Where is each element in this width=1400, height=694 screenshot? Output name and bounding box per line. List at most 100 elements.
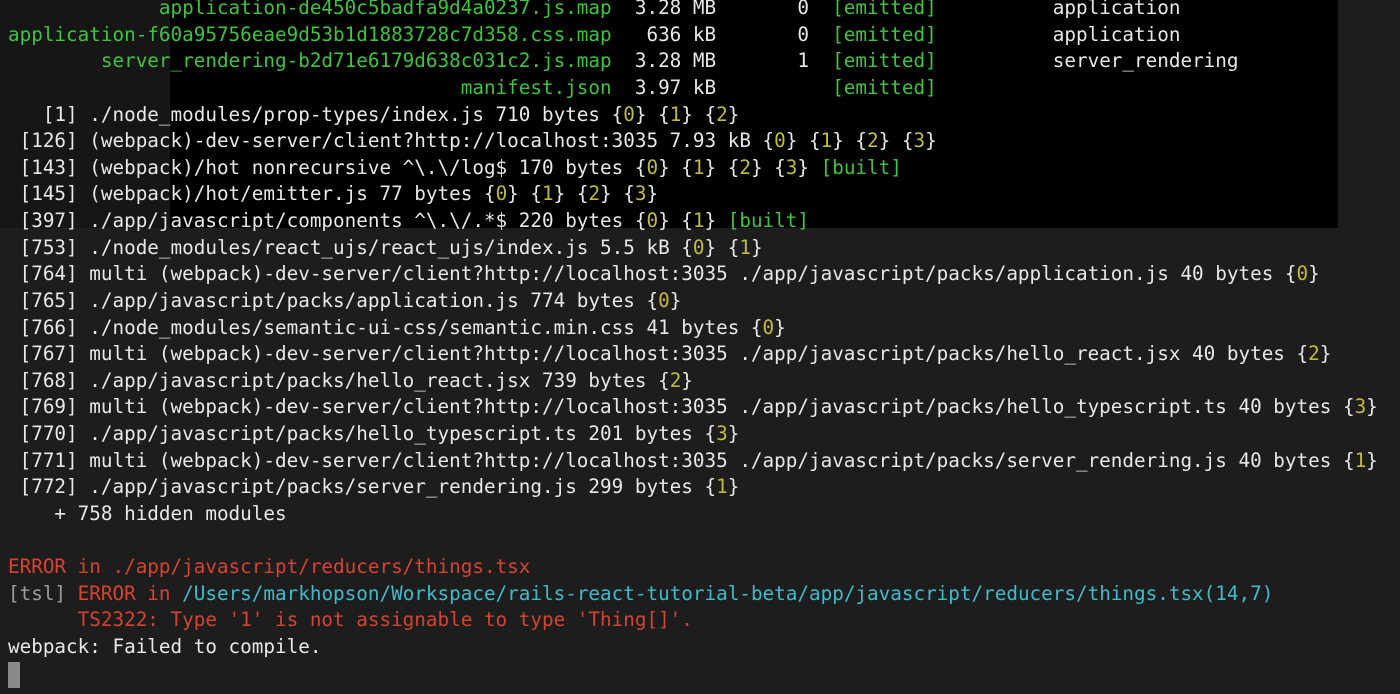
terminal-text: [1] ./node_modules/prop-types/index.js 7… <box>8 102 624 126</box>
terminal-text: } <box>750 235 763 259</box>
terminal-text: [769] multi (webpack)-dev-server/client?… <box>8 395 1355 419</box>
terminal-text: 3 <box>634 182 647 206</box>
terminal-text: [emitted] <box>832 0 937 19</box>
terminal-text: 0 <box>646 209 659 232</box>
terminal-text: [770] ./app/javascript/packs/hello_types… <box>8 422 717 445</box>
terminal-text: TS2322: Type '1' is not assignable to ty… <box>8 608 693 632</box>
terminal-text: } <box>727 102 740 126</box>
terminal-line: ERROR in ./app/javascript/reducers/thing… <box>8 554 1378 581</box>
terminal-text: } { <box>600 182 635 206</box>
terminal-text: 0 <box>623 102 635 126</box>
terminal-text: 0 <box>658 288 670 312</box>
terminal-text: 1 <box>739 235 751 259</box>
terminal-text: 3 <box>785 155 798 179</box>
terminal-line: [145] (webpack)/hot/emitter.js 77 bytes … <box>8 181 1378 208</box>
terminal-text: server_rendering <box>936 49 1239 73</box>
terminal-text: [771] multi (webpack)-dev-server/client?… <box>8 448 1355 472</box>
terminal-text: 3 <box>716 422 728 445</box>
terminal-text: } <box>1308 262 1320 286</box>
terminal-text: 636 kB 0 <box>611 22 833 46</box>
terminal-line: [397] ./app/javascript/components ^\.\/.… <box>8 208 1378 235</box>
terminal-cursor <box>8 662 20 688</box>
terminal-line: [753] ./node_modules/react_ujs/react_ujs… <box>8 235 1378 262</box>
terminal-text: ERROR in ./app/javascript/reducers/thing… <box>8 555 531 579</box>
terminal-line: + 758 hidden modules <box>8 501 1378 528</box>
terminal-line: server_rendering-b2d71e6179d638c031c2.js… <box>8 48 1378 75</box>
terminal-text: 0 <box>495 182 508 206</box>
terminal-text: } { <box>681 102 717 126</box>
terminal-text: 1 <box>1354 448 1367 472</box>
terminal-line: application-de450c5badfa9d4a0237.js.map … <box>8 0 1378 22</box>
terminal-text: /Users/markhopson/Workspace/rails-react-… <box>182 581 1274 605</box>
terminal-text: } { <box>750 155 786 179</box>
terminal-text: } <box>1366 395 1378 419</box>
terminal-text: } { <box>704 235 740 259</box>
terminal-text: } { <box>658 155 693 179</box>
terminal-line: [771] multi (webpack)-dev-server/client?… <box>8 448 1378 475</box>
terminal-line: application-f60a95756eae9d53b1d1883728c7… <box>8 22 1378 49</box>
terminal-text: 3.97 kB <box>611 75 833 99</box>
terminal-line: TS2322: Type '1' is not assignable to ty… <box>8 607 1378 634</box>
terminal-text: 2 <box>867 129 879 153</box>
terminal-text: 3.28 MB 0 <box>611 0 833 19</box>
terminal-text: 2 <box>739 155 751 179</box>
terminal-text: } { <box>704 155 740 179</box>
terminal-text: application-de450c5badfa9d4a0237.js.map <box>8 0 612 19</box>
terminal-text: } <box>1366 448 1378 472</box>
terminal-line: [766] ./node_modules/semantic-ui-css/sem… <box>8 315 1378 342</box>
terminal-text: [145] (webpack)/hot/emitter.js 77 bytes … <box>8 182 496 206</box>
terminal-line: [769] multi (webpack)-dev-server/client?… <box>8 394 1378 421</box>
terminal-text: 0 <box>762 315 775 339</box>
terminal-line: [772] ./app/javascript/packs/server_rend… <box>8 474 1378 501</box>
terminal-text: } { <box>878 129 914 153</box>
terminal-text: application <box>936 22 1181 46</box>
terminal-text: [emitted] <box>832 49 937 73</box>
terminal-text: } <box>704 209 728 232</box>
terminal-text: 1 <box>716 475 728 499</box>
terminal-text: } <box>774 315 786 339</box>
terminal-text: [768] ./app/javascript/packs/hello_react… <box>8 368 670 392</box>
terminal-text: 1 <box>692 209 705 232</box>
terminal-text: } <box>727 422 740 445</box>
terminal-text: } <box>1319 342 1332 366</box>
terminal-text: } { <box>507 182 542 206</box>
terminal-line: [767] multi (webpack)-dev-server/client?… <box>8 341 1378 368</box>
terminal-text: } { <box>634 102 670 126</box>
terminal-text: [built] <box>727 209 809 232</box>
terminal-text: + 758 hidden modules <box>8 501 287 525</box>
terminal-text: [126] (webpack)-dev-server/client?http:/… <box>8 129 775 153</box>
terminal-text: 3 <box>1354 395 1367 419</box>
terminal-text: } { <box>658 209 693 232</box>
terminal-line: manifest.json 3.97 kB [emitted] <box>8 75 1378 102</box>
terminal-text: manifest.json <box>8 75 612 99</box>
terminal-text: [753] ./node_modules/react_ujs/react_ujs… <box>8 235 693 259</box>
terminal-text: } { <box>553 182 589 206</box>
terminal-text: 3 <box>913 129 926 153</box>
terminal-text: ERROR in <box>66 581 183 605</box>
terminal-text: [143] (webpack)/hot nonrecursive ^\.\/lo… <box>8 155 647 179</box>
terminal-text: 2 <box>588 182 601 206</box>
terminal-line: webpack: Failed to compile. <box>8 634 1378 661</box>
terminal-text: [764] multi (webpack)-dev-server/client?… <box>8 262 1297 286</box>
terminal-text: 2 <box>716 102 728 126</box>
terminal-text: 3.28 MB 1 <box>611 49 833 73</box>
terminal-text: } <box>669 288 682 312</box>
terminal-line: [1] ./node_modules/prop-types/index.js 7… <box>8 102 1378 129</box>
terminal-text: } { <box>785 129 821 153</box>
terminal-line: [770] ./app/javascript/packs/hello_types… <box>8 421 1378 448</box>
terminal-text: } <box>797 155 821 179</box>
terminal-text: [emitted] <box>832 75 937 99</box>
terminal-line: [764] multi (webpack)-dev-server/client?… <box>8 261 1378 288</box>
terminal-text: 0 <box>774 129 786 153</box>
terminal-text: [397] ./app/javascript/components ^\.\/.… <box>8 209 647 232</box>
terminal-text: } <box>727 475 740 499</box>
terminal-text: 0 <box>646 155 659 179</box>
terminal-text: } { <box>832 129 868 153</box>
terminal-text: [765] ./app/javascript/packs/application… <box>8 288 659 312</box>
terminal-text: } <box>681 368 693 392</box>
terminal-text: 2 <box>1308 342 1320 366</box>
terminal-text: } <box>925 129 937 153</box>
terminal-text: 0 <box>1296 262 1309 286</box>
terminal-line: [tsl] ERROR in /Users/markhopson/Workspa… <box>8 581 1378 608</box>
